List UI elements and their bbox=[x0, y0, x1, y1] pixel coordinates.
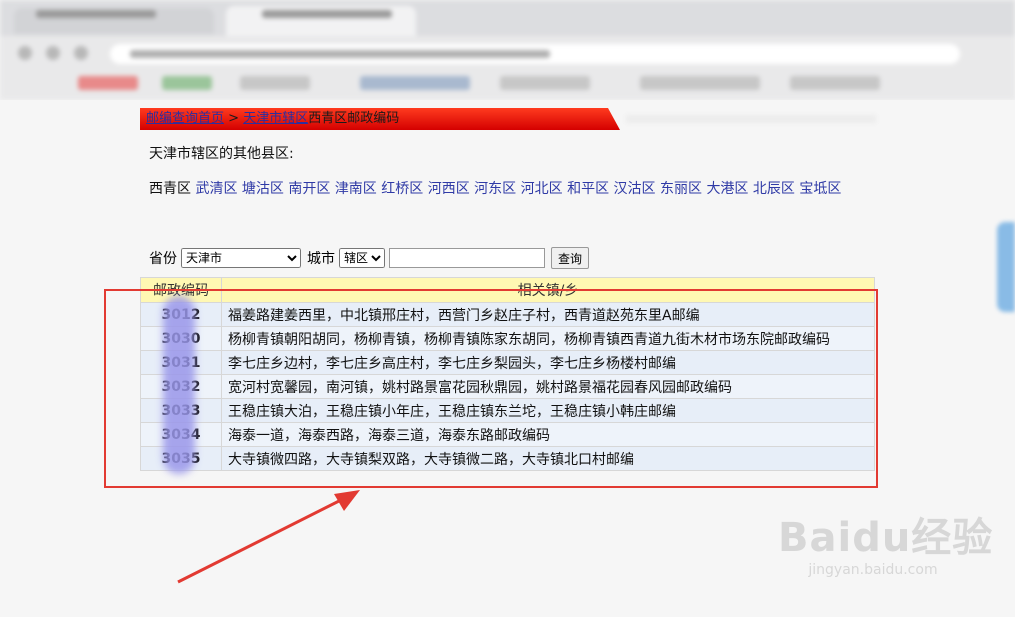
district-link[interactable]: 河东区 bbox=[474, 181, 516, 197]
other-districts-title: 天津市辖区的其他县区: bbox=[149, 146, 294, 162]
browser-chrome bbox=[0, 0, 1015, 100]
breadcrumb-current: 西青区邮政编码 bbox=[308, 111, 400, 126]
back-icon[interactable] bbox=[18, 46, 32, 60]
district-link[interactable]: 东丽区 bbox=[660, 181, 702, 197]
annotation-highlight-box bbox=[104, 289, 878, 488]
current-district: 西青区 bbox=[149, 181, 191, 197]
district-link[interactable]: 红桥区 bbox=[381, 181, 423, 197]
district-link[interactable]: 北辰区 bbox=[753, 181, 795, 197]
district-link[interactable]: 武清区 bbox=[195, 181, 237, 197]
bookmark-item[interactable] bbox=[78, 76, 138, 90]
district-link[interactable]: 津南区 bbox=[335, 181, 377, 197]
breadcrumb-tail bbox=[626, 115, 876, 123]
district-link[interactable]: 河北区 bbox=[521, 181, 563, 197]
bookmark-item[interactable] bbox=[790, 76, 880, 90]
district-link[interactable]: 宝坻区 bbox=[799, 181, 841, 197]
query-input[interactable] bbox=[389, 248, 545, 268]
city-select[interactable]: 辖区 bbox=[339, 248, 385, 268]
side-widget[interactable] bbox=[997, 222, 1015, 312]
city-label: 城市 bbox=[307, 251, 335, 267]
bookmark-item[interactable] bbox=[500, 76, 590, 90]
tab-title-blurred bbox=[262, 10, 392, 18]
district-link[interactable]: 汉沽区 bbox=[614, 181, 656, 197]
district-link[interactable]: 河西区 bbox=[428, 181, 470, 197]
bookmark-item[interactable] bbox=[360, 76, 470, 90]
breadcrumb: 邮编查询首页 > 天津市辖区西青区邮政编码 bbox=[140, 108, 620, 130]
district-link[interactable]: 南开区 bbox=[288, 181, 330, 197]
search-button[interactable]: 查询 bbox=[551, 247, 590, 269]
province-select[interactable]: 天津市 bbox=[181, 248, 301, 268]
search-form: 省份 天津市 城市 辖区 查询 bbox=[149, 246, 590, 270]
district-link[interactable]: 塘沽区 bbox=[242, 181, 284, 197]
watermark-url: jingyan.baidu.com bbox=[808, 562, 938, 578]
bookmark-item[interactable] bbox=[640, 76, 760, 90]
reload-icon[interactable] bbox=[74, 46, 88, 60]
breadcrumb-city-link[interactable]: 天津市辖区 bbox=[243, 111, 308, 126]
province-label: 省份 bbox=[149, 251, 177, 267]
tab-title-blurred bbox=[36, 10, 156, 18]
address-text-blurred bbox=[130, 50, 550, 58]
breadcrumb-separator: > bbox=[224, 111, 244, 126]
breadcrumb-home-link[interactable]: 邮编查询首页 bbox=[146, 111, 224, 126]
bookmark-item[interactable] bbox=[240, 76, 310, 90]
bookmark-item[interactable] bbox=[162, 76, 212, 90]
baidu-jingyan-watermark: Baidu经验 jingyan.baidu.com bbox=[778, 505, 994, 578]
watermark-logo-text: Baidu经验 bbox=[778, 515, 994, 561]
district-list: 西青区 武清区 塘沽区 南开区 津南区 红桥区 河西区 河东区 河北区 和平区 … bbox=[149, 180, 869, 199]
forward-icon[interactable] bbox=[46, 46, 60, 60]
district-link[interactable]: 大港区 bbox=[706, 181, 748, 197]
district-link[interactable]: 和平区 bbox=[567, 181, 609, 197]
